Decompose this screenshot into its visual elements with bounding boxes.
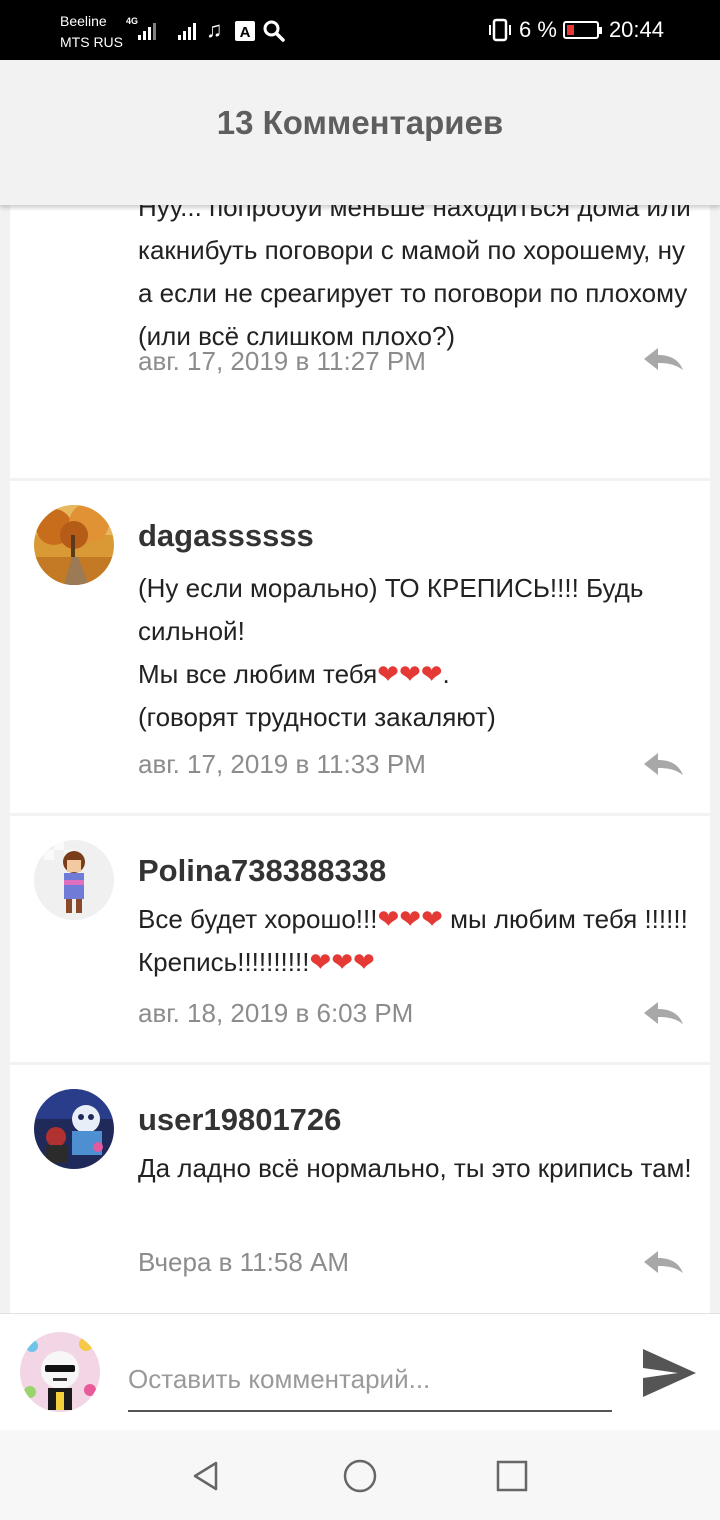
comment-date: авг. 17, 2019 в 11:27 PM <box>138 346 426 376</box>
text-app-icon: A <box>234 20 256 47</box>
avatar[interactable] <box>34 505 114 585</box>
header: 13 Комментариев <box>0 60 720 205</box>
carrier-2: MTS RUS <box>60 34 123 50</box>
home-icon[interactable] <box>342 1458 378 1494</box>
comment-item: Polina738388338 Все будет хорошо!!!❤❤❤ м… <box>10 816 710 1062</box>
reply-icon[interactable] <box>642 346 684 372</box>
avatar[interactable] <box>34 840 114 920</box>
reply-icon[interactable] <box>642 751 684 777</box>
recents-icon[interactable] <box>494 1458 530 1494</box>
comment-date: авг. 18, 2019 в 6:03 PM <box>138 998 414 1028</box>
avatar[interactable] <box>34 1089 114 1169</box>
page-title: 13 Комментариев <box>216 104 504 141</box>
status-bar: Beeline MTS RUS 4G ♫ A 6 % 20:44 <box>0 0 720 60</box>
reply-icon[interactable] <box>642 1249 684 1275</box>
signal-icon-2 <box>178 22 196 40</box>
comment-item: Нуу... попробуй меньше находиться дома и… <box>10 205 710 478</box>
send-icon[interactable] <box>640 1344 698 1402</box>
vibrate-icon <box>489 18 512 42</box>
reply-icon[interactable] <box>642 1000 684 1026</box>
comment-text: Все будет хорошо!!!❤❤❤ мы любим тебя !!!… <box>138 904 688 977</box>
comment-text: Нуу... попробуй меньше находиться дома и… <box>138 205 691 351</box>
signal-icon <box>138 22 156 40</box>
svg-text:A: A <box>240 24 251 41</box>
back-icon[interactable] <box>188 1458 224 1494</box>
comment-item: user19801726 Да ладно всё нормально, ты … <box>10 1065 710 1313</box>
status-right: 6 % 20:44 <box>487 15 664 45</box>
carrier-1: Beeline <box>60 13 107 29</box>
search-icon <box>262 19 286 48</box>
carrier-info: Beeline MTS RUS <box>60 11 123 53</box>
comment-text: Да ладно всё нормально, ты это крипись т… <box>138 1153 692 1183</box>
navigation-bar <box>0 1430 720 1520</box>
comment-text: (Ну если морально) ТО КРЕПИСЬ!!!! Будь с… <box>138 573 644 732</box>
comment-input-bar <box>0 1313 720 1430</box>
comment-date: авг. 17, 2019 в 11:33 PM <box>138 749 426 779</box>
clock: 20:44 <box>608 17 664 42</box>
comment-author[interactable]: Polina738388338 <box>138 853 386 889</box>
music-icon: ♫ <box>206 17 223 42</box>
battery-percent: 6 % <box>519 17 557 42</box>
current-user-avatar <box>20 1332 100 1412</box>
comment-date: Вчера в 11:58 AM <box>138 1247 350 1277</box>
comments-list[interactable]: Нуу... попробуй меньше находиться дома и… <box>10 205 710 1313</box>
battery-icon <box>562 21 602 39</box>
comment-input[interactable] <box>128 1348 612 1412</box>
comment-item: dagassssss (Ну если морально) ТО КРЕПИСЬ… <box>10 481 710 813</box>
comment-author[interactable]: dagassssss <box>138 518 314 554</box>
comment-author[interactable]: user19801726 <box>138 1102 341 1138</box>
network-type: 4G <box>126 16 139 26</box>
